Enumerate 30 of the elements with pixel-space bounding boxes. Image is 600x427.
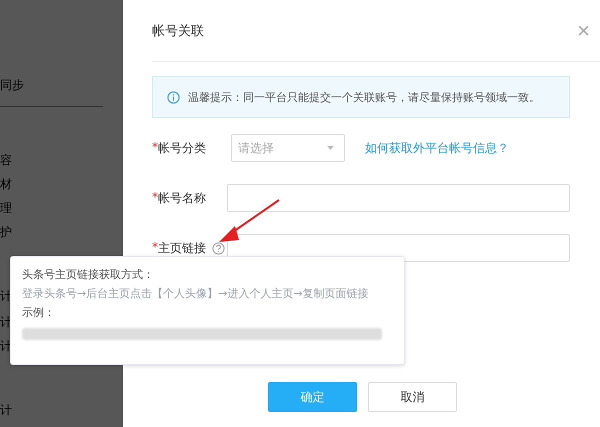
- menu-item[interactable]: 计: [0, 315, 12, 329]
- required-mark: *: [152, 240, 158, 256]
- help-link[interactable]: 如何获取外平台帐号信息？: [365, 140, 509, 156]
- tooltip-steps: 登录头条号→后台主页点击【个人头像】→进入个人主页→复制页面链接: [22, 286, 404, 301]
- menu-item[interactable]: 理: [0, 201, 12, 215]
- menu-item[interactable]: 计: [0, 339, 12, 353]
- menu-item[interactable]: 同步: [0, 78, 24, 92]
- caret-icon: [327, 146, 334, 150]
- menu-item[interactable]: 计: [0, 289, 12, 303]
- field-label: 主页链接: [158, 240, 206, 256]
- notice-text: 温馨提示：同一平台只能提交一个关联账号，请尽量保持账号领域一致。: [188, 90, 540, 104]
- close-button[interactable]: ×: [567, 18, 600, 44]
- help-icon[interactable]: [212, 242, 225, 254]
- field-label: 帐号名称: [158, 190, 206, 206]
- dialog-title: 帐号关联: [152, 22, 204, 40]
- field-label: 帐号分类: [158, 140, 206, 156]
- confirm-button[interactable]: 确定: [268, 382, 357, 412]
- required-mark: *: [152, 140, 158, 156]
- arrow-annotation: [219, 199, 280, 242]
- category-select[interactable]: 请选择: [231, 134, 345, 162]
- example-label: 示例：: [22, 305, 56, 320]
- tooltip-title: 头条号主页链接获取方式：: [22, 267, 155, 282]
- input-field[interactable]: [227, 184, 570, 212]
- info-icon: [167, 90, 180, 104]
- menu-item[interactable]: 护: [0, 225, 12, 239]
- menu-item[interactable]: 计: [0, 403, 12, 417]
- menu-item[interactable]: 材: [0, 177, 12, 191]
- cancel-button[interactable]: 取消: [368, 382, 457, 412]
- required-mark: *: [152, 190, 158, 206]
- menu-item[interactable]: 容: [0, 153, 12, 167]
